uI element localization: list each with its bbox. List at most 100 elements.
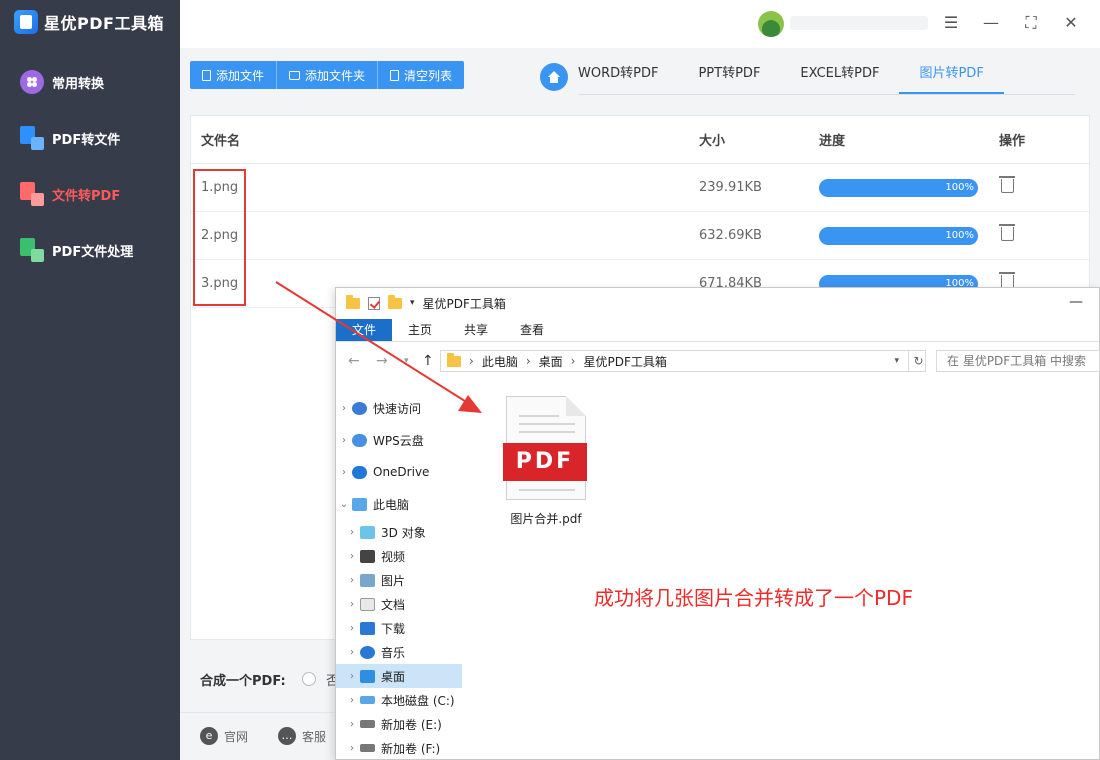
tree-label: WPS云盘: [373, 433, 424, 448]
sidebar-item-label: PDF文件处理: [52, 244, 134, 260]
app-title: 星优PDF工具箱: [44, 14, 164, 33]
avatar[interactable]: [758, 11, 784, 37]
brand: 星优PDF工具箱: [0, 0, 180, 44]
ribbon-tab-home[interactable]: 主页: [392, 319, 448, 341]
sidebar-item-common[interactable]: 常用转换: [0, 54, 180, 110]
minimize-icon[interactable]: —: [1069, 294, 1083, 310]
tree-item-desktop[interactable]: › 桌面: [336, 664, 462, 688]
file-size: 239.91KB: [699, 180, 762, 195]
tree-item-drive-c[interactable]: › 本地磁盘 (C:): [336, 688, 462, 712]
tree-item-pictures[interactable]: › 图片: [336, 568, 462, 592]
tree-label: OneDrive: [373, 465, 430, 479]
tree-label: 本地磁盘 (C:): [381, 693, 455, 708]
download-icon: [360, 621, 375, 635]
tree-label: 音乐: [381, 645, 406, 660]
breadcrumb-item[interactable]: 桌面: [539, 353, 563, 370]
tree-item-wps-cloud[interactable]: › WPS云盘: [336, 424, 462, 456]
pdf-file-item[interactable]: PDF 图片合并.pdf: [496, 396, 596, 527]
title-bar: ☰ — ⛶ ✕: [180, 0, 1100, 48]
tree-label: 快速访问: [373, 401, 422, 416]
website-link[interactable]: e 官网: [200, 727, 248, 745]
merge-no-radio[interactable]: [302, 672, 316, 686]
drive-icon: [360, 720, 375, 728]
back-icon[interactable]: ←: [348, 353, 360, 369]
search-input[interactable]: 在 星优PDF工具箱 中搜索: [936, 350, 1100, 372]
breadcrumb-item[interactable]: 此电脑: [482, 353, 518, 370]
file-size: 632.69KB: [699, 228, 762, 243]
forward-icon[interactable]: →: [376, 353, 388, 369]
ribbon-tab-file[interactable]: 文件: [336, 319, 393, 341]
add-file-button[interactable]: 添加文件: [190, 61, 278, 89]
file-explorer-window: ▾ 星优PDF工具箱 — 文件 主页 共享 查看 ← → ▾ ↑ › 此电脑 ›…: [335, 287, 1100, 760]
service-link[interactable]: … 客服: [278, 727, 326, 745]
clear-list-button[interactable]: 清空列表: [378, 61, 464, 89]
tree-item-documents[interactable]: › 文档: [336, 592, 462, 616]
refresh-icon[interactable]: ↻: [908, 350, 928, 372]
tree-label: 下载: [381, 621, 406, 636]
add-file-label: 添加文件: [216, 68, 265, 83]
up-icon[interactable]: ↑: [422, 353, 434, 369]
cloud-icon: [352, 433, 367, 447]
sidebar-item-file-to-pdf[interactable]: 文件转PDF: [0, 166, 180, 222]
clear-list-label: 清空列表: [404, 68, 453, 83]
folder-icon: [447, 352, 461, 367]
sidebar-item-pdf-to-file[interactable]: PDF转文件: [0, 110, 180, 166]
quick-access-dropdown-icon[interactable]: ▾: [410, 298, 415, 308]
tab-word-to-pdf[interactable]: WORD转PDF: [578, 60, 678, 94]
settings-sliders-icon[interactable]: ☰: [940, 12, 962, 34]
add-folder-button[interactable]: 添加文件夹: [277, 61, 379, 89]
new-folder-icon[interactable]: [388, 294, 402, 309]
chevron-right-icon: ›: [570, 354, 576, 368]
tree-item-3d-objects[interactable]: › 3D 对象: [336, 520, 462, 544]
file-name: 2.png: [201, 228, 239, 243]
grid-circle-icon: [20, 70, 44, 94]
address-dropdown-icon[interactable]: ▾: [894, 356, 899, 366]
tree-label: 文档: [381, 597, 406, 612]
music-icon: [360, 645, 375, 659]
tree-item-quick-access[interactable]: › 快速访问: [336, 392, 462, 424]
maximize-icon[interactable]: ⛶: [1020, 12, 1042, 34]
tree-item-downloads[interactable]: › 下载: [336, 616, 462, 640]
delete-icon[interactable]: [999, 175, 1015, 193]
col-size-header: 大小: [699, 134, 726, 149]
highlight-box: [193, 169, 246, 306]
breadcrumb-item[interactable]: 星优PDF工具箱: [583, 353, 666, 370]
tab-excel-to-pdf[interactable]: EXCEL转PDF: [780, 60, 899, 94]
sidebar: 星优PDF工具箱 常用转换 PDF转文件 文件转PDF PDF文件处理: [0, 0, 180, 760]
tree-item-music[interactable]: › 音乐: [336, 640, 462, 664]
tree-item-videos[interactable]: › 视频: [336, 544, 462, 568]
tree-label: 新加卷 (F:): [381, 741, 441, 756]
tab-image-to-pdf[interactable]: 图片转PDF: [899, 60, 1004, 94]
sidebar-item-pdf-process[interactable]: PDF文件处理: [0, 222, 180, 278]
col-action-header: 操作: [999, 134, 1026, 149]
ie-icon: e: [200, 727, 218, 745]
close-icon[interactable]: ✕: [1060, 12, 1082, 34]
folder-icon: [289, 70, 301, 80]
delete-icon[interactable]: [999, 223, 1015, 241]
chevron-right-icon: ›: [469, 354, 474, 368]
tree-item-drive-f[interactable]: › 新加卷 (F:): [336, 736, 462, 760]
address-bar[interactable]: › 此电脑 › 桌面 › 星优PDF工具箱 ▾: [440, 350, 926, 372]
minimize-icon[interactable]: —: [980, 12, 1002, 34]
file-name: 1.png: [201, 180, 239, 195]
tree-label: 图片: [381, 573, 406, 588]
add-folder-label: 添加文件夹: [305, 68, 366, 83]
tab-ppt-to-pdf[interactable]: PPT转PDF: [678, 60, 780, 94]
tree-item-drive-e[interactable]: › 新加卷 (E:): [336, 712, 462, 736]
tree-item-this-pc[interactable]: ⌄ 此电脑: [336, 488, 462, 520]
sidebar-item-label: 常用转换: [52, 76, 105, 92]
conversion-tabs: WORD转PDF PPT转PDF EXCEL转PDF 图片转PDF: [578, 60, 1075, 95]
ribbon-tab-view[interactable]: 查看: [504, 319, 560, 341]
video-icon: [360, 549, 375, 563]
ribbon-tabs: 文件 主页 共享 查看: [336, 319, 1099, 342]
recent-dropdown-icon[interactable]: ▾: [404, 356, 409, 366]
home-icon[interactable]: [540, 63, 568, 91]
tree-label: 新加卷 (E:): [381, 717, 442, 732]
properties-icon[interactable]: [368, 296, 380, 310]
picture-icon: [360, 573, 375, 587]
ribbon-tab-share[interactable]: 共享: [448, 319, 504, 341]
3d-cube-icon: [360, 525, 375, 539]
sidebar-item-label: 文件转PDF: [52, 188, 121, 204]
star-icon: [352, 401, 367, 415]
tree-item-onedrive[interactable]: › OneDrive: [336, 456, 462, 488]
